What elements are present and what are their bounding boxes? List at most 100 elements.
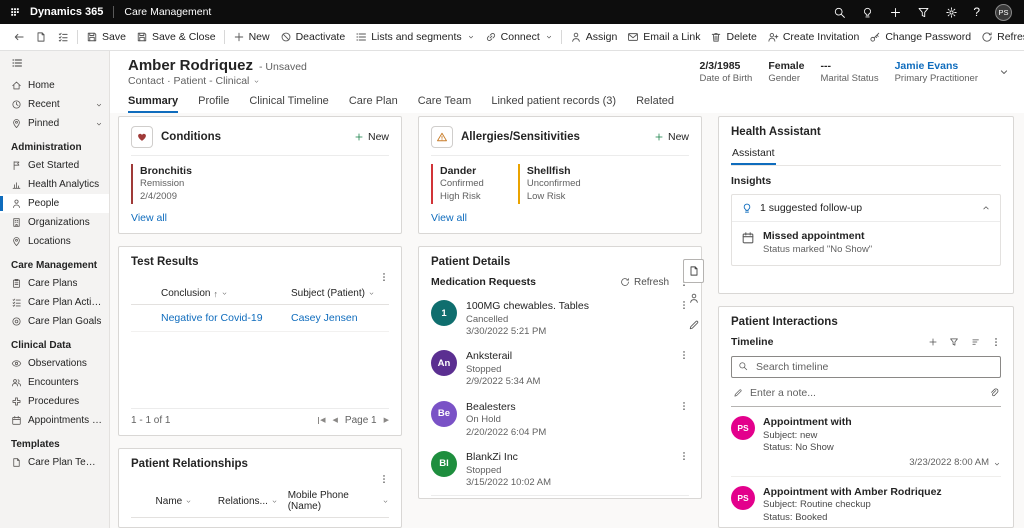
condition-item[interactable]: Bronchitis Remission 2/4/2009 <box>131 164 389 204</box>
sidebar-item-get-started[interactable]: Get Started <box>0 156 109 175</box>
sidebar-item-locations[interactable]: Locations <box>0 232 109 251</box>
related-records-pane-icon[interactable] <box>683 286 704 310</box>
edit-pane-icon[interactable] <box>683 313 704 337</box>
refresh-button[interactable]: Refresh <box>976 28 1024 46</box>
timeline-search-input[interactable] <box>731 356 1001 378</box>
medication-list-item[interactable]: An Anksterail Stopped 2/9/2022 5:34 AM <box>431 344 689 394</box>
insight-card[interactable]: Missed appointment Status marked "No Sho… <box>732 222 1000 265</box>
sidebar-item-health-analytics[interactable]: Health Analytics <box>0 175 109 194</box>
conclusion-link[interactable]: Negative for Covid-19 <box>161 312 291 324</box>
form-pane-icon[interactable] <box>683 259 704 283</box>
add-timeline-record-icon[interactable] <box>928 337 938 347</box>
more-options-icon[interactable] <box>679 451 689 461</box>
sidebar-item-care-plan-templates[interactable]: Care Plan Templates <box>0 453 109 472</box>
sidebar-item-people[interactable]: People <box>0 194 109 213</box>
save-button[interactable]: Save <box>81 28 131 46</box>
note-input[interactable]: Enter a note... <box>731 378 1001 407</box>
search-icon[interactable] <box>833 6 846 19</box>
change-password-button[interactable]: Change Password <box>864 28 976 46</box>
sidebar-item-appointments-emr[interactable]: Appointments (EMR) <box>0 411 109 430</box>
timeline-entry[interactable]: PS Appointment with Amber Rodriquez Subj… <box>731 477 1001 528</box>
previous-page-button[interactable]: ◀ <box>333 417 338 424</box>
tab-summary[interactable]: Summary <box>128 95 178 113</box>
tab-linked-patient-records[interactable]: Linked patient records (3) <box>491 95 616 113</box>
allergy-item-shellfish[interactable]: Shellfish Unconfirmed Low Risk <box>518 164 581 204</box>
medication-list-item[interactable]: Be Bealesters On Hold 2/20/2022 6:04 PM <box>431 395 689 445</box>
record-subtitle[interactable]: Contact · Patient - Clinical <box>128 75 249 87</box>
avatar: Be <box>431 401 457 427</box>
attachment-icon[interactable] <box>989 388 999 398</box>
sidebar-item-home[interactable]: Home <box>0 76 109 95</box>
email-link-label: Email a Link <box>643 31 700 43</box>
sidebar-item-encounters[interactable]: Encounters <box>0 373 109 392</box>
new-button[interactable]: New <box>228 28 275 46</box>
medication-list-item[interactable]: 1 100MG chewables. Tables Cancelled 3/30… <box>431 294 689 344</box>
assign-button[interactable]: Assign <box>565 28 623 46</box>
chevron-up-icon[interactable] <box>981 203 991 213</box>
column-header-relations[interactable]: Relations... <box>218 490 288 512</box>
chevron-down-icon[interactable] <box>993 460 1001 468</box>
app-area-name[interactable]: Care Management <box>124 6 211 18</box>
chevron-down-icon[interactable] <box>253 78 260 85</box>
tab-care-team[interactable]: Care Team <box>418 95 472 113</box>
more-options-icon[interactable] <box>679 401 689 411</box>
tab-clinical-timeline[interactable]: Clinical Timeline <box>249 95 328 113</box>
help-icon[interactable]: ? <box>973 6 980 18</box>
table-row[interactable]: Negative for Covid-19 Casey Jensen <box>131 305 389 332</box>
quick-create-plus-icon[interactable] <box>889 6 902 19</box>
lightbulb-icon[interactable] <box>861 6 874 19</box>
more-options-icon[interactable] <box>379 272 389 282</box>
collapse-header-chevron-icon[interactable] <box>998 66 1010 78</box>
column-header-conclusion[interactable]: Conclusion ↑ <box>161 288 291 299</box>
filter-icon[interactable] <box>917 6 930 19</box>
refresh-medications-button[interactable]: Refresh <box>620 277 669 288</box>
timeline-settings-icon[interactable] <box>970 337 980 347</box>
deactivate-button[interactable]: Deactivate <box>275 28 351 46</box>
app-brand[interactable]: Dynamics 365 <box>30 6 103 18</box>
timeline-entry[interactable]: PS Appointment with Subject: new Status:… <box>731 407 1001 477</box>
suggested-follow-up-row[interactable]: 1 suggested follow-up <box>732 195 1000 222</box>
task-view-icon-button[interactable] <box>52 28 74 46</box>
create-invitation-button[interactable]: Create Invitation <box>762 28 864 46</box>
allergies-view-all-link[interactable]: View all <box>431 212 689 224</box>
medication-list-item[interactable]: Bl BlankZi Inc Stopped 3/15/2022 10:02 A… <box>431 445 689 495</box>
new-allergy-button[interactable]: New <box>654 131 689 143</box>
more-options-icon[interactable] <box>679 350 689 360</box>
sidebar-item-pinned[interactable]: Pinned <box>0 114 109 133</box>
lists-and-segments-button[interactable]: Lists and segments <box>350 28 479 46</box>
more-options-icon[interactable] <box>379 474 389 484</box>
sidebar-item-observations[interactable]: Observations <box>0 354 109 373</box>
hamburger-menu-icon[interactable] <box>0 51 109 76</box>
sidebar-item-procedures[interactable]: Procedures <box>0 392 109 411</box>
delete-button[interactable]: Delete <box>705 28 761 46</box>
column-header-mobile-phone[interactable]: Mobile Phone (Name) <box>288 490 389 512</box>
sidebar-item-care-plan-activities[interactable]: Care Plan Activities <box>0 293 109 312</box>
assistant-tab[interactable]: Assistant <box>731 145 776 165</box>
tab-care-plan[interactable]: Care Plan <box>349 95 398 113</box>
subject-link[interactable]: Casey Jensen <box>291 312 358 324</box>
connect-button[interactable]: Connect <box>480 28 558 46</box>
column-header-name[interactable]: Name <box>156 490 218 512</box>
first-page-button[interactable]: ◀ <box>318 417 325 424</box>
user-avatar[interactable]: PS <box>995 4 1012 21</box>
sidebar-item-care-plans[interactable]: Care Plans <box>0 274 109 293</box>
sidebar-item-organizations[interactable]: Organizations <box>0 213 109 232</box>
allergy-item-dander[interactable]: Dander Confirmed High Risk <box>431 164 484 204</box>
sidebar-item-care-plan-goals[interactable]: Care Plan Goals <box>0 312 109 331</box>
tab-profile[interactable]: Profile <box>198 95 229 113</box>
filter-timeline-icon[interactable] <box>949 337 959 347</box>
settings-gear-icon[interactable] <box>945 6 958 19</box>
conditions-view-all-link[interactable]: View all <box>131 212 389 224</box>
save-and-close-button[interactable]: Save & Close <box>131 28 221 46</box>
app-launcher-icon[interactable] <box>10 7 20 17</box>
back-button[interactable] <box>8 28 30 46</box>
next-page-button[interactable]: ▶ <box>384 417 389 424</box>
tab-related[interactable]: Related <box>636 95 674 113</box>
email-a-link-button[interactable]: Email a Link <box>622 28 705 46</box>
form-view-icon-button[interactable] <box>30 28 52 46</box>
new-condition-button[interactable]: New <box>354 131 389 143</box>
primary-practitioner-link[interactable]: Jamie Evans <box>895 60 978 73</box>
sidebar-item-recent[interactable]: Recent <box>0 95 109 114</box>
column-header-subject[interactable]: Subject (Patient) <box>291 288 375 299</box>
more-options-icon[interactable] <box>991 337 1001 347</box>
